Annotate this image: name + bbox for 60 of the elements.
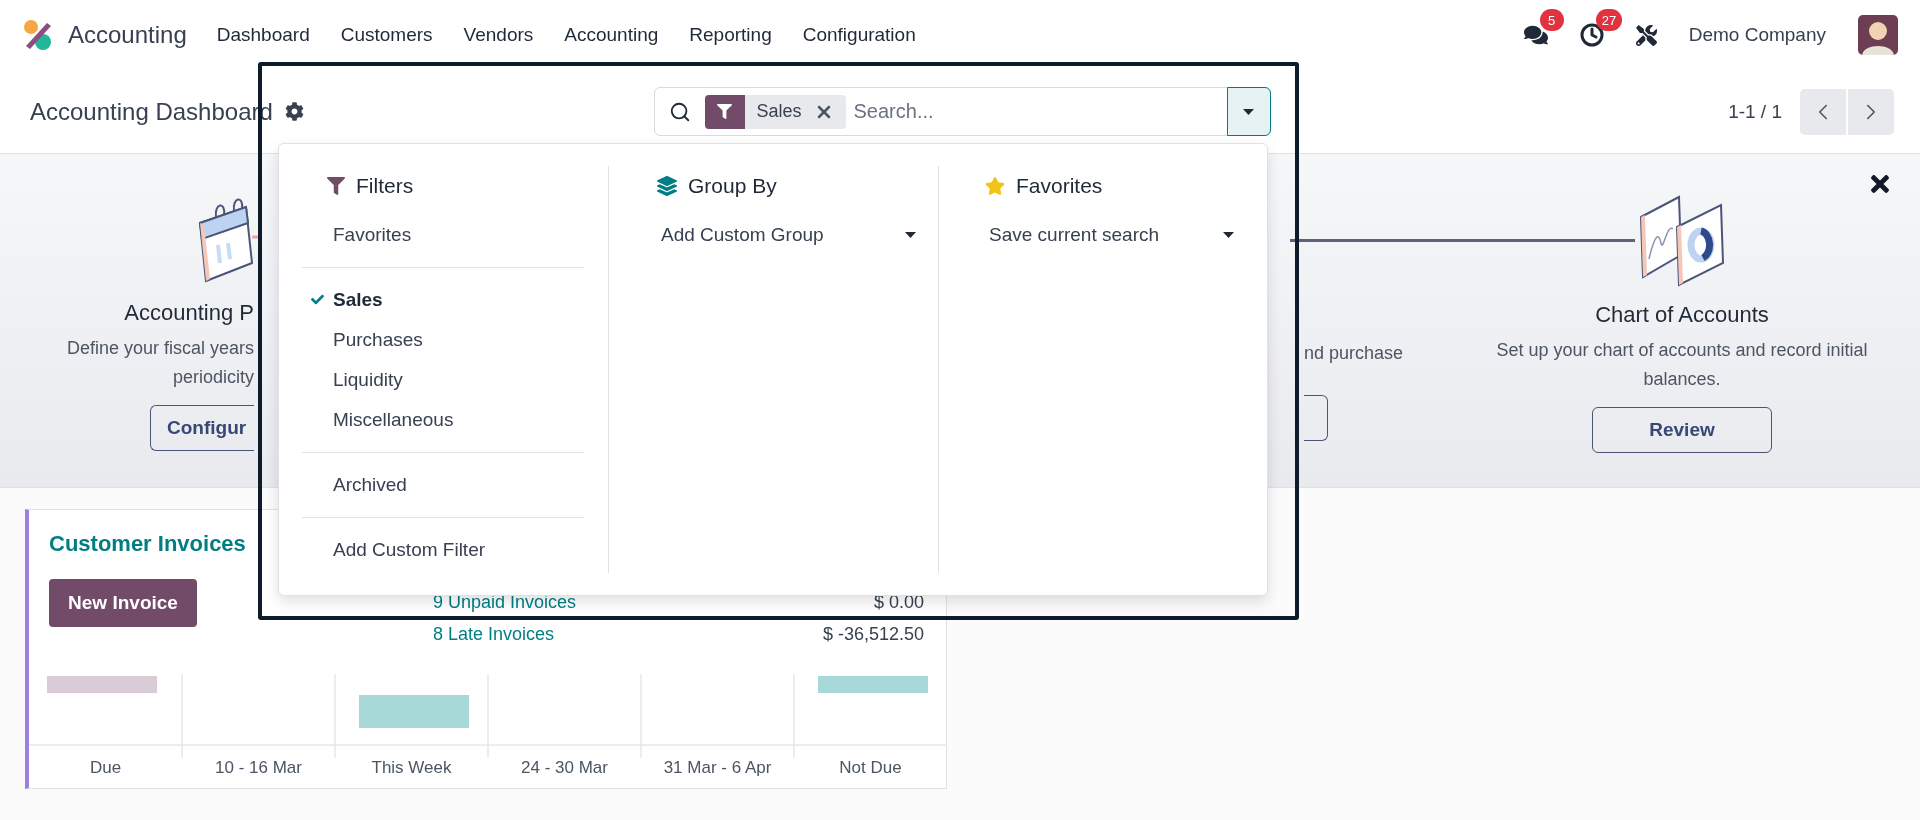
panel-heading: Favorites — [1016, 173, 1103, 199]
menu-item[interactable]: Configuration — [802, 24, 916, 46]
messages-button[interactable] — [1523, 23, 1548, 47]
filter-option[interactable]: Purchases — [327, 320, 608, 360]
axis-label: Due — [88, 758, 123, 778]
new-invoice-button[interactable]: New Invoice — [49, 579, 197, 627]
layers-icon — [657, 176, 677, 196]
panel-heading: Group By — [688, 173, 777, 199]
company-name[interactable]: Demo Company — [1688, 24, 1826, 46]
step-description: Set up your chart of accounts and record initial balances. — [1495, 339, 1869, 391]
step-button[interactable] — [1304, 395, 1328, 441]
pager-value: 1-1 / 1 — [1728, 100, 1782, 123]
filter-option[interactable]: Miscellaneous — [327, 400, 608, 440]
step-description: nd purchase — [1304, 342, 1404, 365]
facet-label: Sales — [755, 101, 803, 122]
menu-item[interactable]: Reporting — [689, 24, 772, 46]
menu-item[interactable]: Dashboard — [216, 24, 310, 46]
user-avatar[interactable] — [1858, 15, 1898, 55]
axis-label: 10 - 16 Mar — [214, 758, 303, 778]
filter-option[interactable]: Archived — [327, 465, 608, 505]
app-logo-icon — [22, 19, 54, 51]
filter-icon — [704, 94, 745, 129]
filter-option[interactable]: Favorites — [327, 215, 608, 255]
activities-button[interactable] — [1579, 23, 1604, 47]
step-description: Define your fiscal years periodicity — [65, 337, 254, 389]
settings-icon[interactable] — [284, 102, 304, 121]
axis-label: This Week — [370, 758, 453, 778]
menu-item[interactable]: Accounting — [564, 24, 659, 46]
group-by-select[interactable]: Add Custom Group — [661, 215, 916, 255]
caret-icon — [905, 232, 916, 238]
axis-label: 31 Mar - 6 Apr — [662, 758, 773, 778]
step-title: Chart of Accounts — [1595, 301, 1769, 329]
menu-item[interactable]: Customers — [340, 24, 433, 46]
caret-icon — [1243, 108, 1254, 115]
caret-icon — [1223, 232, 1234, 238]
search-options-toggle[interactable] — [1226, 87, 1271, 136]
invoice-link[interactable]: 8 Late Invoices — [433, 618, 823, 650]
save-search-select[interactable]: Save current search — [989, 215, 1234, 255]
star-icon — [985, 176, 1005, 196]
filter-option[interactable]: Sales — [327, 280, 608, 320]
documents-icon — [1637, 193, 1727, 287]
filter-facet[interactable]: Sales — [704, 94, 846, 129]
tools-icon[interactable] — [1635, 24, 1657, 46]
step-button[interactable]: Review — [1592, 407, 1772, 453]
menu-item[interactable]: Vendors — [463, 24, 534, 46]
app-name[interactable]: Accounting — [68, 21, 187, 49]
count-badge: 5 — [1539, 9, 1564, 31]
search-field[interactable]: Sales Search... — [653, 87, 1271, 136]
check-icon — [311, 293, 324, 306]
step-button[interactable]: Configur — [150, 405, 254, 451]
axis-label: 24 - 30 Mar — [520, 758, 609, 778]
filter-icon — [327, 177, 345, 195]
axis-label: Not Due — [838, 758, 903, 778]
filter-option[interactable]: Liquidity — [327, 360, 608, 400]
search-icon — [668, 100, 691, 123]
step-title: Accounting P — [124, 299, 254, 327]
count-badge: 27 — [1595, 9, 1623, 31]
filter-option[interactable]: Add Custom Filter — [327, 530, 608, 570]
panel-heading: Filters — [356, 173, 414, 199]
invoice-amount: $ -36,512.50 — [822, 623, 924, 646]
